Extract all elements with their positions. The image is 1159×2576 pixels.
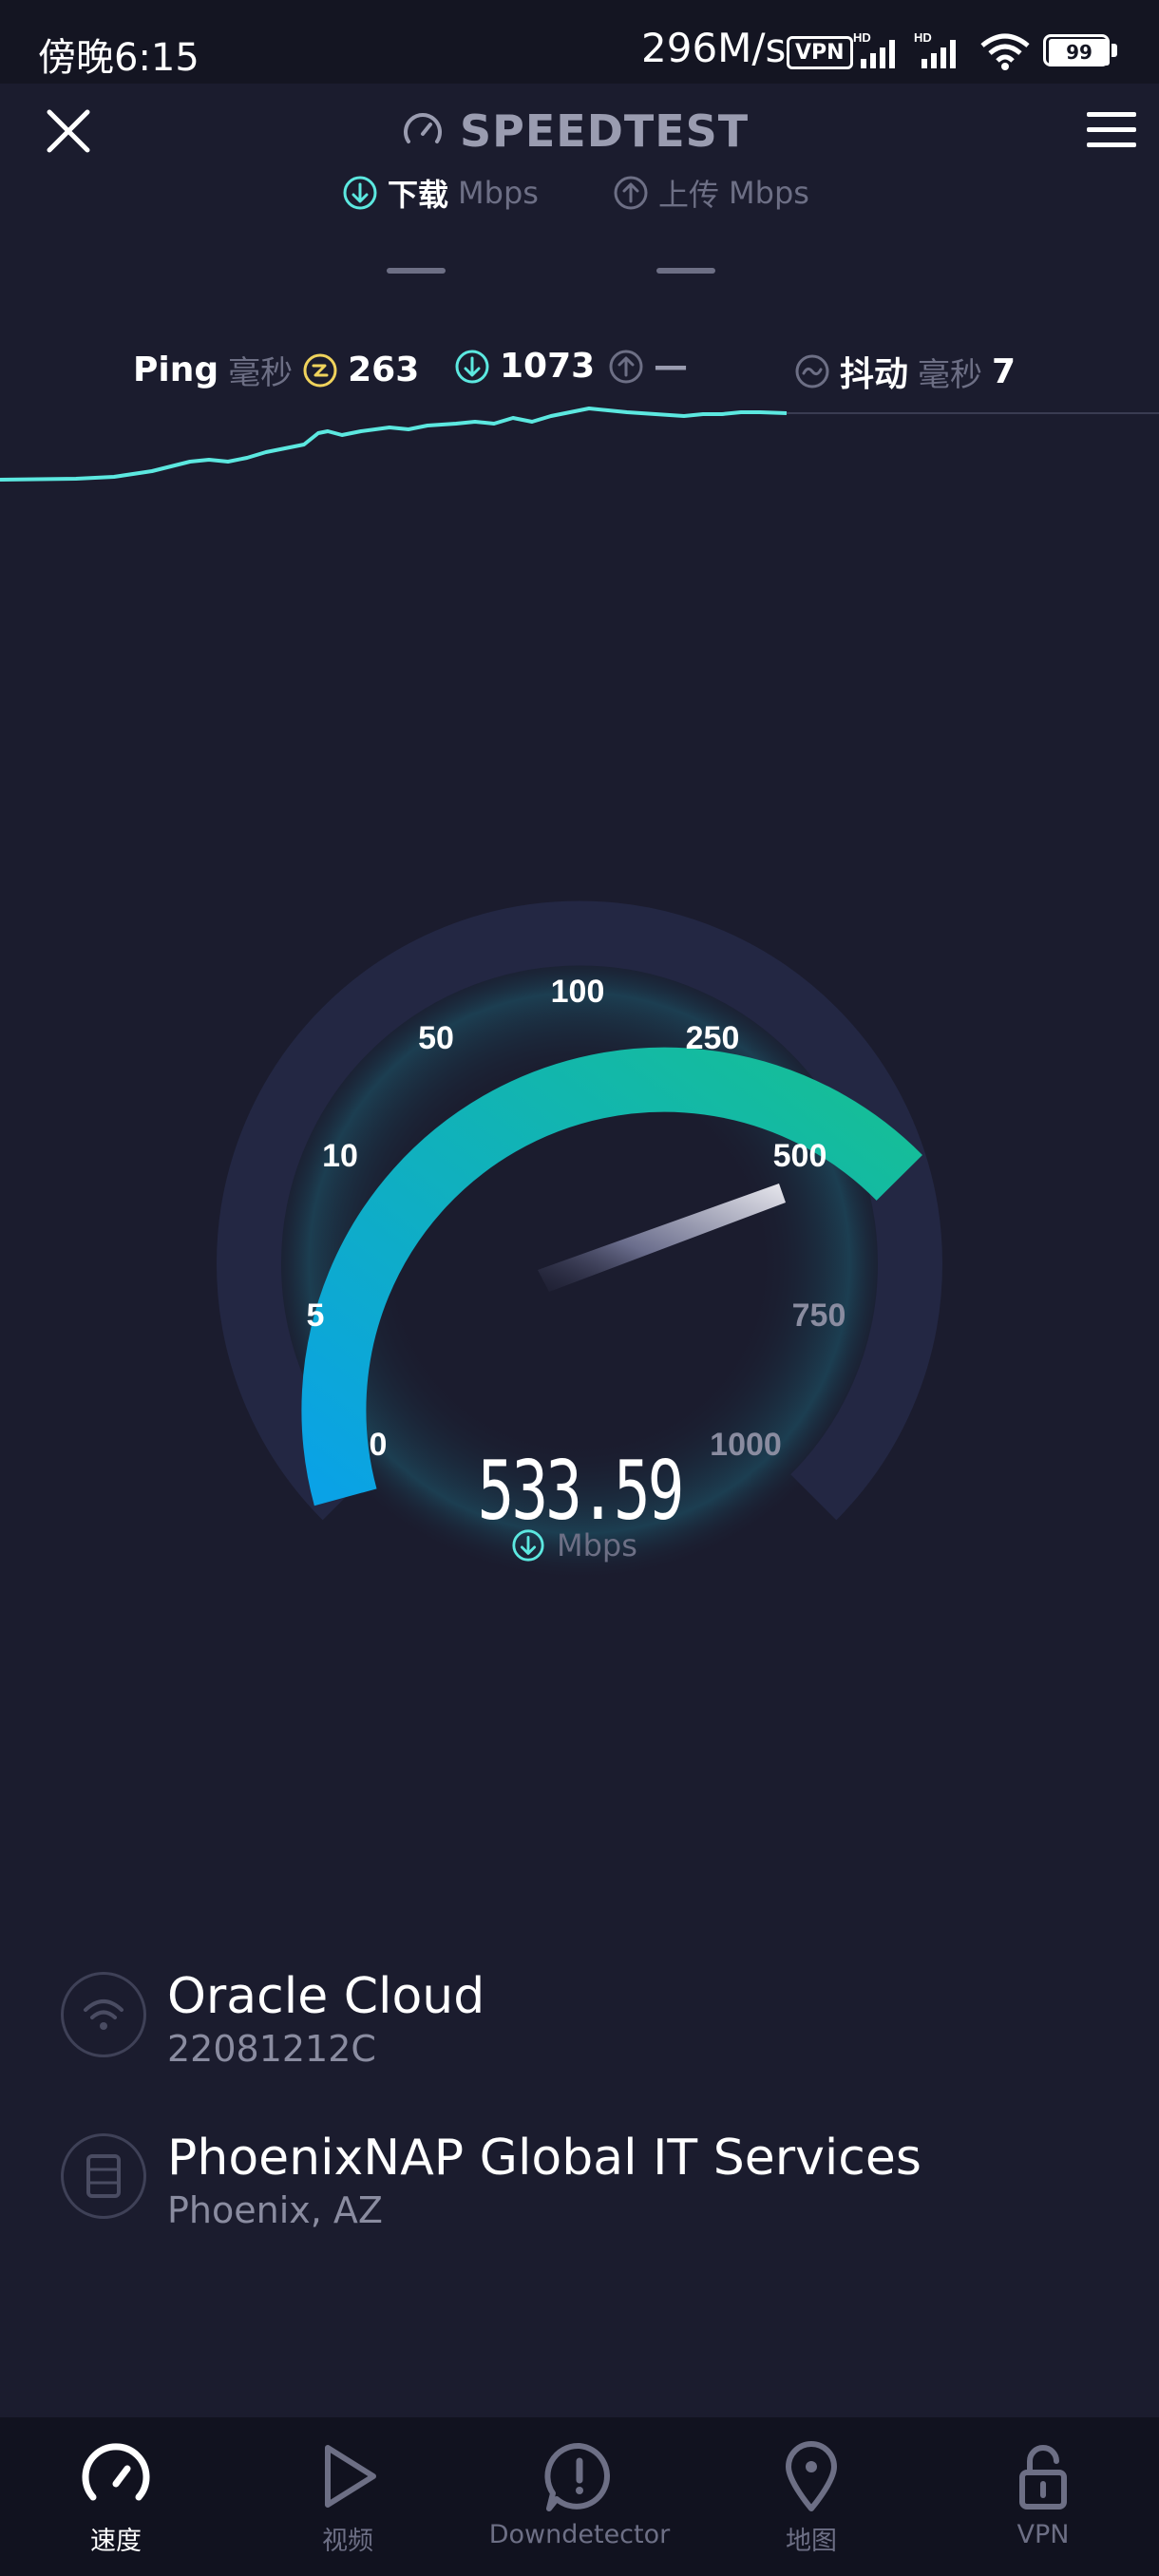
download-latency-icon [455,350,489,383]
current-speed-unit-row: Mbps [511,1527,637,1563]
upload-latency-metric: — [608,347,688,386]
tab-upload-unit: Mbps [729,175,809,211]
battery-level: 99 [1049,39,1110,66]
isp-info[interactable]: Oracle Cloud 22081212C [61,1966,484,2071]
gauge-tick-1000: 1000 [710,1427,782,1463]
download-result-placeholder [387,268,446,274]
play-icon [310,2438,386,2514]
nav-video-label: 视频 [322,2527,373,2556]
server-info[interactable]: PhoenixNAP Global IT Services Phoenix, A… [61,2128,922,2232]
nav-map-label: 地图 [786,2527,837,2556]
jitter-value: 7 [992,351,1016,391]
gauge-tick-5: 5 [307,1297,325,1334]
jitter-unit: 毫秒 [918,355,983,394]
wifi-provider-icon [61,1972,146,2057]
ping-label: Ping [133,350,219,389]
download-latency-metric: 1073 [454,347,595,386]
battery-tip [1112,44,1117,57]
server-icon [61,2133,146,2219]
upload-latency-icon [609,350,643,383]
app-title: SPEEDTEST [399,103,749,160]
device-id: 22081212C [167,2028,376,2070]
menu-button[interactable] [1083,106,1140,154]
gauge-tick-250: 250 [686,1020,740,1056]
tab-download[interactable]: 下载 Mbps [342,171,539,215]
upload-latency-value: — [654,347,688,386]
gauge-tick-750: 750 [792,1297,846,1334]
current-speed-value: 533.59 [477,1444,684,1539]
ping-metric: Ping 毫秒 263 [133,347,419,393]
title-text: SPEEDTEST [460,105,750,157]
tab-download-unit: Mbps [458,175,539,211]
tab-upload-label: 上传 [658,177,720,213]
gauge-tick-0: 0 [370,1427,388,1463]
battery-icon: 99 [1043,34,1110,66]
tab-download-label: 下载 [388,177,449,213]
ping-icon [303,353,337,387]
speedometer-logo-icon [404,113,442,143]
isp-name: Oracle Cloud [167,1968,485,2025]
status-time: 傍晚6:15 [38,36,200,80]
ping-unit: 毫秒 [228,354,294,392]
alert-icon [542,2438,618,2514]
download-icon [343,176,377,210]
wifi-icon [980,33,1030,70]
upload-result-placeholder [656,268,715,274]
close-button[interactable] [40,103,97,160]
speedometer-icon [78,2438,154,2514]
nav-speed-label: 速度 [90,2527,142,2556]
upload-icon [614,176,648,210]
gauge-tick-500: 500 [773,1138,827,1174]
server-name: PhoenixNAP Global IT Services [167,2130,922,2187]
download-latency-value: 1073 [500,347,596,386]
download-icon-small [512,1529,544,1562]
nav-video[interactable]: 视频 [232,2417,464,2576]
gauge-tick-10: 10 [322,1138,358,1174]
svg-text:HD: HD [853,30,871,45]
gauge-tick-50: 50 [418,1020,454,1056]
nav-vpn[interactable]: VPN [927,2417,1159,2576]
speed-graph [0,407,1159,482]
vpn-badge: VPN [787,36,853,69]
bottom-nav: 速度 视频 Downdetector 地图 VPN [0,2417,1159,2576]
nav-vpn-label: VPN [1016,2520,1070,2549]
tab-upload[interactable]: 上传 Mbps [613,171,809,215]
nav-downdetector[interactable]: Downdetector [464,2417,695,2576]
lock-icon [1005,2438,1081,2514]
current-speed-unit: Mbps [557,1527,637,1563]
jitter-icon [795,354,829,388]
map-pin-icon [773,2438,849,2514]
nav-speed[interactable]: 速度 [0,2417,232,2576]
nav-downdetector-label: Downdetector [488,2520,671,2549]
ping-value: 263 [348,350,420,389]
server-location: Phoenix, AZ [167,2189,383,2231]
gauge-tick-100: 100 [551,974,605,1010]
svg-text:HD: HD [914,30,932,45]
network-speed: 296M/s [641,25,787,71]
nav-map[interactable]: 地图 [695,2417,927,2576]
